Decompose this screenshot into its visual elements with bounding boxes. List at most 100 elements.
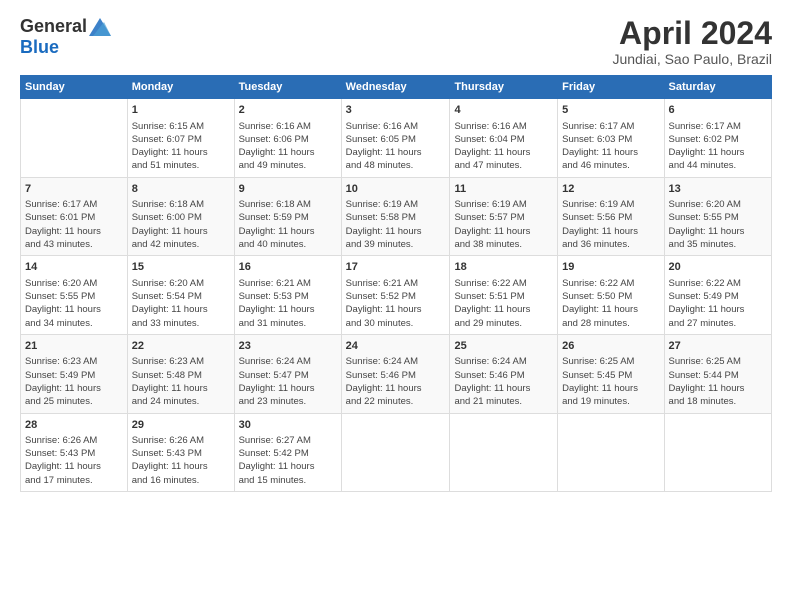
day-info: Sunrise: 6:17 AMSunset: 6:01 PMDaylight:… xyxy=(25,198,123,251)
day-cell: 11Sunrise: 6:19 AMSunset: 5:57 PMDayligh… xyxy=(450,177,558,256)
day-number: 4 xyxy=(454,103,553,118)
day-cell: 3Sunrise: 6:16 AMSunset: 6:05 PMDaylight… xyxy=(341,99,450,178)
day-info: Sunrise: 6:24 AMSunset: 5:46 PMDaylight:… xyxy=(346,355,446,408)
week-row-1: 1 Sunrise: 6:15 AMSunset: 6:07 PMDaylight… xyxy=(21,99,772,178)
day-cell: 17Sunrise: 6:21 AMSunset: 5:52 PMDayligh… xyxy=(341,256,450,335)
day-info: Sunrise: 6:24 AMSunset: 5:46 PMDaylight:… xyxy=(454,355,553,408)
day-number: 28 xyxy=(25,418,123,433)
week-row-5: 28Sunrise: 6:26 AMSunset: 5:43 PMDayligh… xyxy=(21,413,772,492)
day-number: 13 xyxy=(669,182,767,197)
header-wednesday: Wednesday xyxy=(341,76,450,99)
day-number: 17 xyxy=(346,260,446,275)
day-number: 30 xyxy=(239,418,337,433)
header-thursday: Thursday xyxy=(450,76,558,99)
day-info: Sunrise: 6:22 AMSunset: 5:50 PMDaylight:… xyxy=(562,277,659,330)
day-cell: 2 Sunrise: 6:16 AMSunset: 6:06 PMDaylight… xyxy=(234,99,341,178)
header: General Blue April 2024 Jundiai, Sao Pau… xyxy=(20,16,772,67)
page: General Blue April 2024 Jundiai, Sao Pau… xyxy=(0,0,792,612)
day-cell: 18 Sunrise: 6:22 AMSunset: 5:51 PMDayligh… xyxy=(450,256,558,335)
day-cell xyxy=(21,99,128,178)
day-info: Sunrise: 6:26 AMSunset: 5:43 PMDaylight:… xyxy=(25,434,123,487)
logo-icon xyxy=(89,18,111,36)
calendar-table: Sunday Monday Tuesday Wednesday Thursday… xyxy=(20,75,772,492)
day-info: Sunrise: 6:20 AMSunset: 5:55 PMDaylight:… xyxy=(669,198,767,251)
day-number: 21 xyxy=(25,339,123,354)
day-cell: 30Sunrise: 6:27 AMSunset: 5:42 PMDayligh… xyxy=(234,413,341,492)
day-cell: 8Sunrise: 6:18 AMSunset: 6:00 PMDaylight… xyxy=(127,177,234,256)
day-number: 20 xyxy=(669,260,767,275)
day-number: 10 xyxy=(346,182,446,197)
day-info: Sunrise: 6:18 AMSunset: 6:00 PMDaylight:… xyxy=(132,198,230,251)
day-info: Sunrise: 6:19 AMSunset: 5:57 PMDaylight:… xyxy=(454,198,553,251)
header-sunday: Sunday xyxy=(21,76,128,99)
day-number: 24 xyxy=(346,339,446,354)
day-number: 26 xyxy=(562,339,659,354)
week-row-3: 14Sunrise: 6:20 AMSunset: 5:55 PMDayligh… xyxy=(21,256,772,335)
day-cell: 1 Sunrise: 6:15 AMSunset: 6:07 PMDaylight… xyxy=(127,99,234,178)
day-info: Sunrise: 6:15 AMSunset: 6:07 PMDaylight:… xyxy=(132,120,230,173)
day-number: 12 xyxy=(562,182,659,197)
day-cell: 20 Sunrise: 6:22 AMSunset: 5:49 PMDayligh… xyxy=(664,256,771,335)
day-cell: 9Sunrise: 6:18 AMSunset: 5:59 PMDaylight… xyxy=(234,177,341,256)
day-info: Sunrise: 6:25 AMSunset: 5:45 PMDaylight:… xyxy=(562,355,659,408)
day-cell: 16Sunrise: 6:21 AMSunset: 5:53 PMDayligh… xyxy=(234,256,341,335)
day-number: 5 xyxy=(562,103,659,118)
logo-blue-text: Blue xyxy=(20,37,59,58)
day-info: Sunrise: 6:16 AMSunset: 6:04 PMDaylight:… xyxy=(454,120,553,173)
day-cell: 15Sunrise: 6:20 AMSunset: 5:54 PMDayligh… xyxy=(127,256,234,335)
day-cell: 27Sunrise: 6:25 AMSunset: 5:44 PMDayligh… xyxy=(664,334,771,413)
day-number: 11 xyxy=(454,182,553,197)
day-cell: 21Sunrise: 6:23 AMSunset: 5:49 PMDayligh… xyxy=(21,334,128,413)
day-cell xyxy=(450,413,558,492)
day-info: Sunrise: 6:16 AMSunset: 6:06 PMDaylight:… xyxy=(239,120,337,173)
header-friday: Friday xyxy=(558,76,664,99)
day-cell: 6 Sunrise: 6:17 AMSunset: 6:02 PMDaylight… xyxy=(664,99,771,178)
day-cell: 10Sunrise: 6:19 AMSunset: 5:58 PMDayligh… xyxy=(341,177,450,256)
day-number: 29 xyxy=(132,418,230,433)
day-cell: 19Sunrise: 6:22 AMSunset: 5:50 PMDayligh… xyxy=(558,256,664,335)
week-row-4: 21Sunrise: 6:23 AMSunset: 5:49 PMDayligh… xyxy=(21,334,772,413)
day-info: Sunrise: 6:18 AMSunset: 5:59 PMDaylight:… xyxy=(239,198,337,251)
day-info: Sunrise: 6:21 AMSunset: 5:53 PMDaylight:… xyxy=(239,277,337,330)
day-cell: 25Sunrise: 6:24 AMSunset: 5:46 PMDayligh… xyxy=(450,334,558,413)
day-cell: 26Sunrise: 6:25 AMSunset: 5:45 PMDayligh… xyxy=(558,334,664,413)
day-cell: 22Sunrise: 6:23 AMSunset: 5:48 PMDayligh… xyxy=(127,334,234,413)
day-info: Sunrise: 6:19 AMSunset: 5:56 PMDaylight:… xyxy=(562,198,659,251)
day-cell: 23Sunrise: 6:24 AMSunset: 5:47 PMDayligh… xyxy=(234,334,341,413)
day-info: Sunrise: 6:20 AMSunset: 5:55 PMDaylight:… xyxy=(25,277,123,330)
day-number: 9 xyxy=(239,182,337,197)
day-number: 7 xyxy=(25,182,123,197)
day-number: 3 xyxy=(346,103,446,118)
day-number: 18 xyxy=(454,260,553,275)
header-saturday: Saturday xyxy=(664,76,771,99)
day-number: 2 xyxy=(239,103,337,118)
day-info: Sunrise: 6:22 AMSunset: 5:49 PMDaylight:… xyxy=(669,277,767,330)
day-number: 8 xyxy=(132,182,230,197)
day-info: Sunrise: 6:23 AMSunset: 5:48 PMDaylight:… xyxy=(132,355,230,408)
day-info: Sunrise: 6:17 AMSunset: 6:02 PMDaylight:… xyxy=(669,120,767,173)
day-cell xyxy=(558,413,664,492)
day-info: Sunrise: 6:19 AMSunset: 5:58 PMDaylight:… xyxy=(346,198,446,251)
day-info: Sunrise: 6:24 AMSunset: 5:47 PMDaylight:… xyxy=(239,355,337,408)
day-info: Sunrise: 6:22 AMSunset: 5:51 PMDaylight:… xyxy=(454,277,553,330)
day-cell xyxy=(341,413,450,492)
day-info: Sunrise: 6:23 AMSunset: 5:49 PMDaylight:… xyxy=(25,355,123,408)
header-row: Sunday Monday Tuesday Wednesday Thursday… xyxy=(21,76,772,99)
day-number: 1 xyxy=(132,103,230,118)
day-cell: 29Sunrise: 6:26 AMSunset: 5:43 PMDayligh… xyxy=(127,413,234,492)
day-number: 22 xyxy=(132,339,230,354)
day-info: Sunrise: 6:27 AMSunset: 5:42 PMDaylight:… xyxy=(239,434,337,487)
title-block: April 2024 Jundiai, Sao Paulo, Brazil xyxy=(612,16,772,67)
day-number: 23 xyxy=(239,339,337,354)
week-row-2: 7Sunrise: 6:17 AMSunset: 6:01 PMDaylight… xyxy=(21,177,772,256)
day-info: Sunrise: 6:26 AMSunset: 5:43 PMDaylight:… xyxy=(132,434,230,487)
day-info: Sunrise: 6:17 AMSunset: 6:03 PMDaylight:… xyxy=(562,120,659,173)
month-title: April 2024 xyxy=(612,16,772,51)
day-cell: 14Sunrise: 6:20 AMSunset: 5:55 PMDayligh… xyxy=(21,256,128,335)
day-cell: 4 Sunrise: 6:16 AMSunset: 6:04 PMDaylight… xyxy=(450,99,558,178)
day-number: 15 xyxy=(132,260,230,275)
day-number: 6 xyxy=(669,103,767,118)
day-number: 25 xyxy=(454,339,553,354)
day-cell: 28Sunrise: 6:26 AMSunset: 5:43 PMDayligh… xyxy=(21,413,128,492)
day-cell: 13Sunrise: 6:20 AMSunset: 5:55 PMDayligh… xyxy=(664,177,771,256)
